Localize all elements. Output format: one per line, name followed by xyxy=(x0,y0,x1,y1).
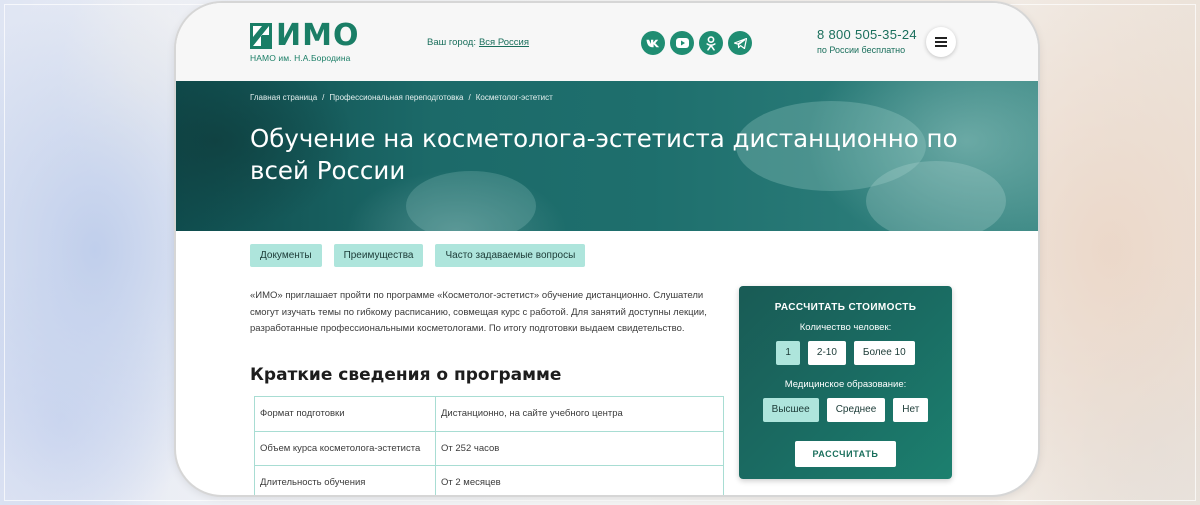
telegram-icon[interactable] xyxy=(728,31,752,55)
hero-banner: Главная страница / Профессиональная перепо… xyxy=(176,81,1038,231)
city-selector: Ваш город: Вся Россия xyxy=(427,37,529,48)
table-row: Формат подготовки Дистанционно, на сайте… xyxy=(254,396,724,432)
summary-title: Краткие сведения о программе xyxy=(250,365,562,385)
medical-education-label: Медицинское образование: xyxy=(784,379,907,390)
table-cell-value: От 2 месяцев xyxy=(435,465,724,495)
breadcrumb-item: Косметолог-эстетист xyxy=(475,93,553,102)
education-option-higher[interactable]: Высшее xyxy=(762,398,819,422)
city-label: Ваш город: xyxy=(427,37,476,48)
summary-table: Формат подготовки Дистанционно, на сайте… xyxy=(254,396,724,495)
breadcrumb: Главная страница / Профессиональная перепо… xyxy=(250,93,553,102)
phone-block: 8 800 505-35-24 по России бесплатно xyxy=(817,27,917,55)
table-row: Длительность обучения От 2 месяцев xyxy=(254,465,724,495)
table-cell-value: От 252 часов xyxy=(435,430,724,466)
odnoklassniki-icon[interactable] xyxy=(699,31,723,55)
table-cell-key: Формат подготовки xyxy=(254,396,436,432)
education-option-secondary[interactable]: Среднее xyxy=(826,398,886,422)
social-links xyxy=(641,31,752,55)
table-row: Объем курса косметолога-эстетиста От 252… xyxy=(254,430,724,466)
logo-mark-icon xyxy=(250,23,272,49)
hamburger-icon[interactable] xyxy=(926,27,956,57)
tab-advantages[interactable]: Преимущества xyxy=(333,244,424,267)
table-cell-key: Длительность обучения xyxy=(254,465,436,495)
logo[interactable]: ИМО НАМО им. Н.А.Бородина xyxy=(250,21,359,63)
people-count-options: 1 2-10 Более 10 xyxy=(739,341,952,365)
medical-education-options: Высшее Среднее Нет xyxy=(739,398,952,422)
people-count-label: Количество человек: xyxy=(799,322,892,333)
section-tabs: Документы Преимущества Часто задаваемые … xyxy=(250,244,586,267)
phone-number[interactable]: 8 800 505-35-24 xyxy=(817,27,917,42)
page-title: Обучение на косметолога-эстетиста дистан… xyxy=(250,124,958,185)
calculate-button[interactable]: РАССЧИТАТЬ xyxy=(795,441,896,467)
price-calculator: РАССЧИТАТЬ СТОИМОСТЬ Количество человек:… xyxy=(739,286,952,479)
people-option-more-10[interactable]: Более 10 xyxy=(853,341,915,365)
breadcrumb-item[interactable]: Профессиональная переподготовка xyxy=(329,93,463,102)
breadcrumb-separator: / xyxy=(468,93,471,102)
tab-documents[interactable]: Документы xyxy=(250,244,322,267)
logo-text: ИМО xyxy=(276,18,360,53)
table-cell-value: Дистанционно, на сайте учебного центра xyxy=(435,396,724,432)
phone-note: по России бесплатно xyxy=(817,45,906,55)
people-option-1[interactable]: 1 xyxy=(776,341,800,365)
city-link[interactable]: Вся Россия xyxy=(479,37,529,48)
intro-paragraph: «ИМО» приглашает пройти по программе «Ко… xyxy=(250,290,707,334)
calculator-title: РАССЧИТАТЬ СТОИМОСТЬ xyxy=(774,302,917,313)
breadcrumb-separator: / xyxy=(322,93,325,102)
logo-subtitle: НАМО им. Н.А.Бородина xyxy=(250,53,351,63)
vk-icon[interactable] xyxy=(641,31,665,55)
site-header: ИМО НАМО им. Н.А.Бородина Ваш город: Вся … xyxy=(176,3,1038,81)
education-option-none[interactable]: Нет xyxy=(893,398,929,422)
youtube-icon[interactable] xyxy=(670,31,694,55)
tab-faq[interactable]: Часто задаваемые вопросы xyxy=(435,244,586,267)
table-cell-key: Объем курса косметолога-эстетиста xyxy=(254,430,436,466)
breadcrumb-item[interactable]: Главная страница xyxy=(250,93,317,102)
browser-frame: ИМО НАМО им. Н.А.Бородина Ваш город: Вся … xyxy=(176,3,1038,495)
people-option-2-10[interactable]: 2-10 xyxy=(807,341,846,365)
